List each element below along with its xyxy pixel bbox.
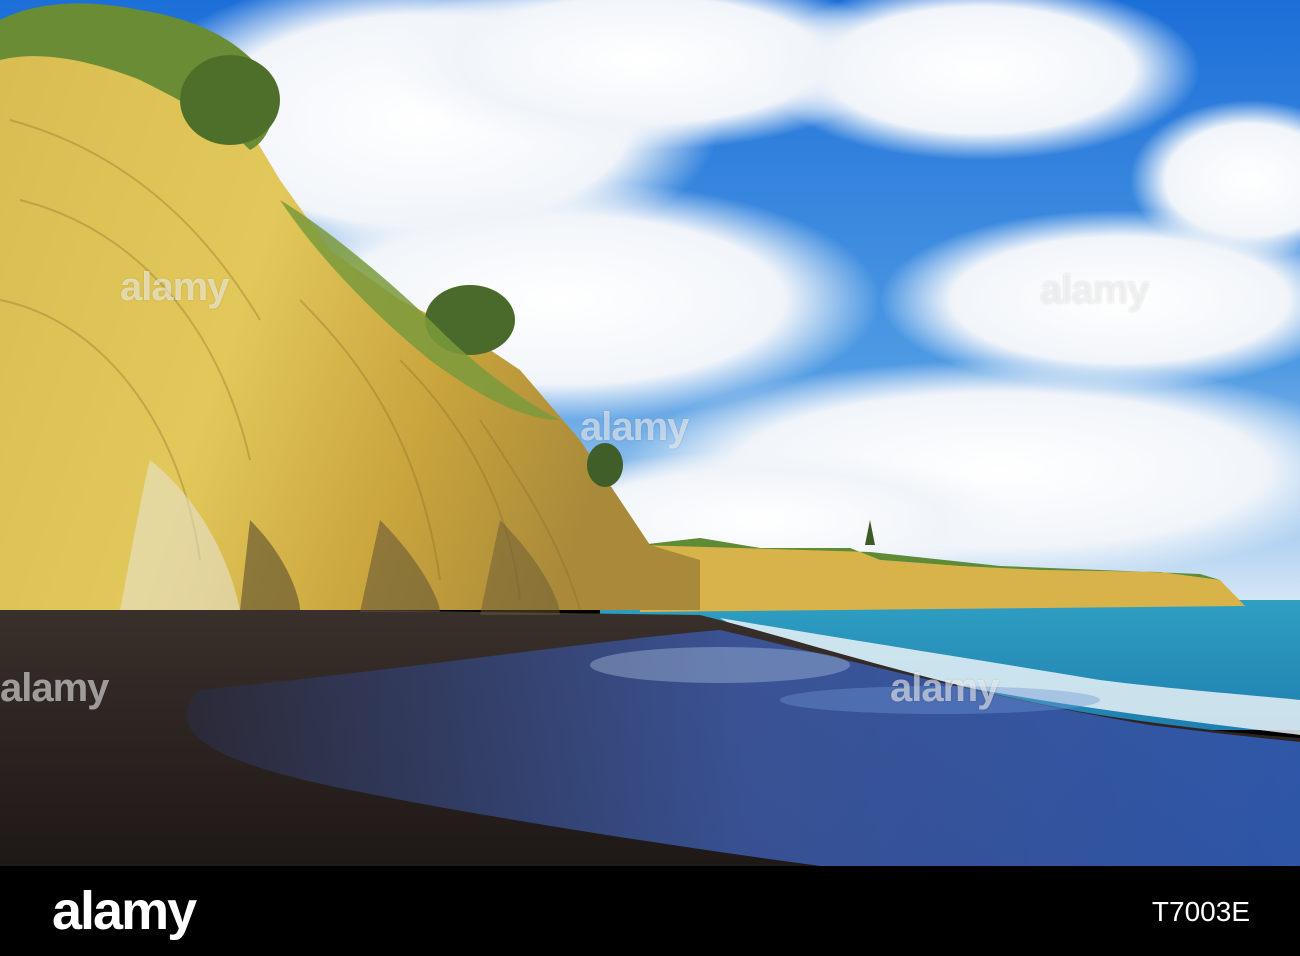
alamy-logo: alamy bbox=[52, 881, 197, 941]
watermark: alamy bbox=[890, 666, 999, 710]
watermark: alamy bbox=[0, 666, 109, 710]
watermark: alamy bbox=[1040, 268, 1149, 312]
stock-photo-frame: alamy alamy alamy alamy alamy alamy T700… bbox=[0, 0, 1300, 956]
beach-cliff-photo: alamy alamy alamy alamy alamy bbox=[0, 0, 1300, 866]
watermark: alamy bbox=[120, 265, 229, 309]
image-id: T7003E bbox=[1151, 896, 1250, 927]
stock-footer-bar: alamy T7003E bbox=[0, 866, 1300, 956]
watermark: alamy bbox=[580, 405, 689, 449]
